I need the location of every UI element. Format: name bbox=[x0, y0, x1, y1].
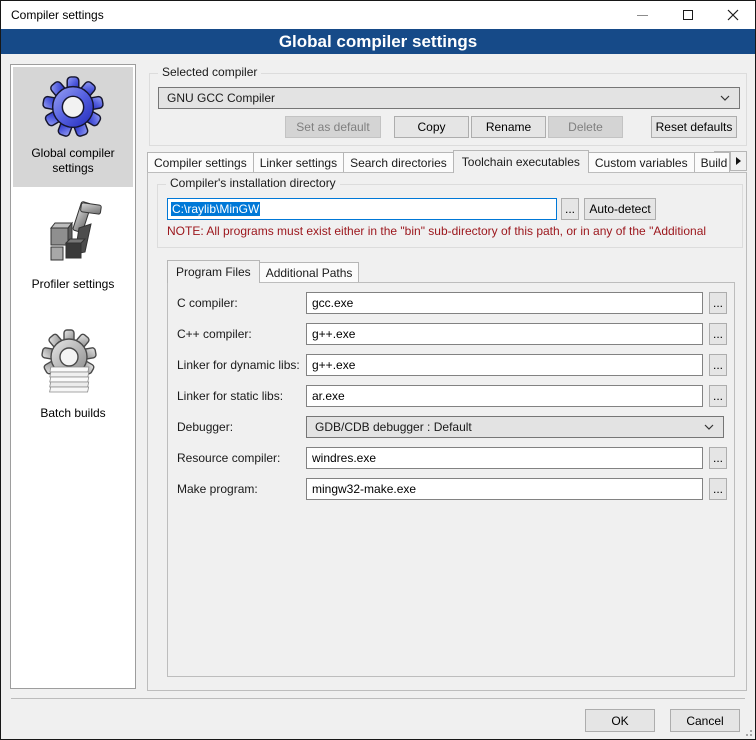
sidebar-item-profiler-settings[interactable]: Profiler settings bbox=[11, 189, 135, 302]
resource-compiler-input[interactable] bbox=[306, 447, 703, 469]
tab-search-directories[interactable]: Search directories bbox=[343, 152, 454, 172]
selected-compiler-legend: Selected compiler bbox=[158, 65, 261, 79]
tab-scroll-right-button[interactable] bbox=[730, 151, 747, 171]
cpp-compiler-input[interactable] bbox=[306, 323, 703, 345]
tab-program-files[interactable]: Program Files bbox=[167, 260, 260, 283]
installation-directory-group: Compiler's installation directory C:\ray… bbox=[157, 184, 743, 248]
reset-defaults-button[interactable]: Reset defaults bbox=[651, 116, 737, 138]
main-tabstrip: Compiler settings Linker settings Search… bbox=[147, 150, 729, 172]
static-linker-label: Linker for static libs: bbox=[177, 389, 306, 403]
settings-category-list: Global compiler settings bbox=[10, 64, 136, 689]
caliper-icon bbox=[41, 200, 105, 270]
set-as-default-button[interactable]: Set as default bbox=[285, 116, 381, 138]
maximize-icon bbox=[683, 10, 693, 20]
tab-linker-settings[interactable]: Linker settings bbox=[253, 152, 344, 172]
make-program-label: Make program: bbox=[177, 482, 306, 496]
delete-button[interactable]: Delete bbox=[548, 116, 623, 138]
tab-additional-paths[interactable]: Additional Paths bbox=[259, 262, 360, 282]
sidebar-item-label: Batch builds bbox=[36, 406, 109, 421]
chevron-down-icon bbox=[720, 95, 730, 101]
dynamic-linker-label: Linker for dynamic libs: bbox=[177, 358, 306, 372]
inner-tabstrip: Program Files Additional Paths bbox=[167, 260, 358, 282]
minimize-button[interactable] bbox=[620, 1, 665, 29]
resource-compiler-row: Resource compiler: ... bbox=[177, 447, 727, 469]
c-compiler-browse-button[interactable]: ... bbox=[709, 292, 727, 314]
make-program-input[interactable] bbox=[306, 478, 703, 500]
installation-directory-input[interactable]: C:\raylib\MinGW bbox=[167, 198, 557, 220]
installation-note: NOTE: All programs must exist either in … bbox=[167, 224, 736, 238]
compiler-buttons-row: Set as default Copy Rename Delete Reset … bbox=[150, 116, 746, 138]
compiler-select[interactable]: GNU GCC Compiler bbox=[158, 87, 740, 109]
installation-directory-legend: Compiler's installation directory bbox=[166, 176, 340, 190]
tab-custom-variables[interactable]: Custom variables bbox=[588, 152, 695, 172]
ok-button[interactable]: OK bbox=[585, 709, 655, 732]
toolchain-executables-page: Compiler's installation directory C:\ray… bbox=[147, 172, 747, 691]
sidebar-item-label: Global compiler settings bbox=[13, 146, 133, 176]
selected-compiler-group: Selected compiler GNU GCC Compiler Set a… bbox=[149, 73, 747, 146]
debugger-label: Debugger: bbox=[177, 420, 306, 434]
blue-gear-icon bbox=[42, 73, 104, 139]
copy-button[interactable]: Copy bbox=[394, 116, 469, 138]
installation-directory-row: C:\raylib\MinGW ... Auto-detect bbox=[167, 198, 656, 220]
compiler-settings-dialog: Compiler settings Global compiler settin… bbox=[0, 0, 756, 740]
static-linker-row: Linker for static libs: ... bbox=[177, 385, 727, 407]
titlebar: Compiler settings bbox=[1, 1, 755, 29]
tab-compiler-settings[interactable]: Compiler settings bbox=[147, 152, 254, 172]
maximize-button[interactable] bbox=[665, 1, 710, 29]
tab-toolchain-executables[interactable]: Toolchain executables bbox=[453, 150, 589, 173]
cpp-compiler-row: C++ compiler: ... bbox=[177, 323, 727, 345]
rename-button[interactable]: Rename bbox=[471, 116, 546, 138]
debugger-row: Debugger: GDB/CDB debugger : Default bbox=[177, 416, 727, 438]
cpp-compiler-browse-button[interactable]: ... bbox=[709, 323, 727, 345]
chevron-down-icon bbox=[704, 424, 714, 430]
dynamic-linker-input[interactable] bbox=[306, 354, 703, 376]
c-compiler-row: C compiler: ... bbox=[177, 292, 727, 314]
auto-detect-button[interactable]: Auto-detect bbox=[584, 198, 656, 220]
static-linker-browse-button[interactable]: ... bbox=[709, 385, 727, 407]
footer-buttons: OK Cancel bbox=[585, 709, 740, 732]
browse-directory-button[interactable]: ... bbox=[561, 198, 579, 220]
debugger-select[interactable]: GDB/CDB debugger : Default bbox=[306, 416, 724, 438]
sidebar-item-global-compiler-settings[interactable]: Global compiler settings bbox=[13, 67, 133, 187]
window-controls bbox=[620, 1, 755, 29]
triangle-right-icon bbox=[736, 157, 741, 165]
dynamic-linker-row: Linker for dynamic libs: ... bbox=[177, 354, 727, 376]
window-title: Compiler settings bbox=[1, 8, 104, 22]
make-program-browse-button[interactable]: ... bbox=[709, 478, 727, 500]
resize-grip[interactable] bbox=[742, 726, 752, 736]
static-linker-input[interactable] bbox=[306, 385, 703, 407]
program-files-page: C compiler: ... C++ compiler: ... Linker… bbox=[167, 282, 735, 677]
c-compiler-input[interactable] bbox=[306, 292, 703, 314]
close-icon bbox=[727, 9, 739, 21]
footer-divider bbox=[11, 698, 745, 699]
debugger-select-value: GDB/CDB debugger : Default bbox=[315, 420, 704, 434]
c-compiler-label: C compiler: bbox=[177, 296, 306, 310]
close-button[interactable] bbox=[710, 1, 755, 29]
minimize-icon bbox=[637, 15, 648, 16]
cancel-button[interactable]: Cancel bbox=[670, 709, 740, 732]
gear-stack-icon bbox=[41, 329, 105, 399]
dynamic-linker-browse-button[interactable]: ... bbox=[709, 354, 727, 376]
compiler-select-value: GNU GCC Compiler bbox=[167, 91, 720, 105]
sidebar-item-batch-builds[interactable]: Batch builds bbox=[11, 302, 135, 431]
banner-title: Global compiler settings bbox=[1, 29, 755, 54]
toolchain-form: C compiler: ... C++ compiler: ... Linker… bbox=[168, 283, 734, 500]
tab-build-options[interactable]: Build options bbox=[694, 152, 730, 172]
cpp-compiler-label: C++ compiler: bbox=[177, 327, 306, 341]
resource-compiler-label: Resource compiler: bbox=[177, 451, 306, 465]
installation-directory-value: C:\raylib\MinGW bbox=[171, 202, 260, 216]
resource-compiler-browse-button[interactable]: ... bbox=[709, 447, 727, 469]
sidebar-item-label: Profiler settings bbox=[28, 277, 119, 292]
make-program-row: Make program: ... bbox=[177, 478, 727, 500]
